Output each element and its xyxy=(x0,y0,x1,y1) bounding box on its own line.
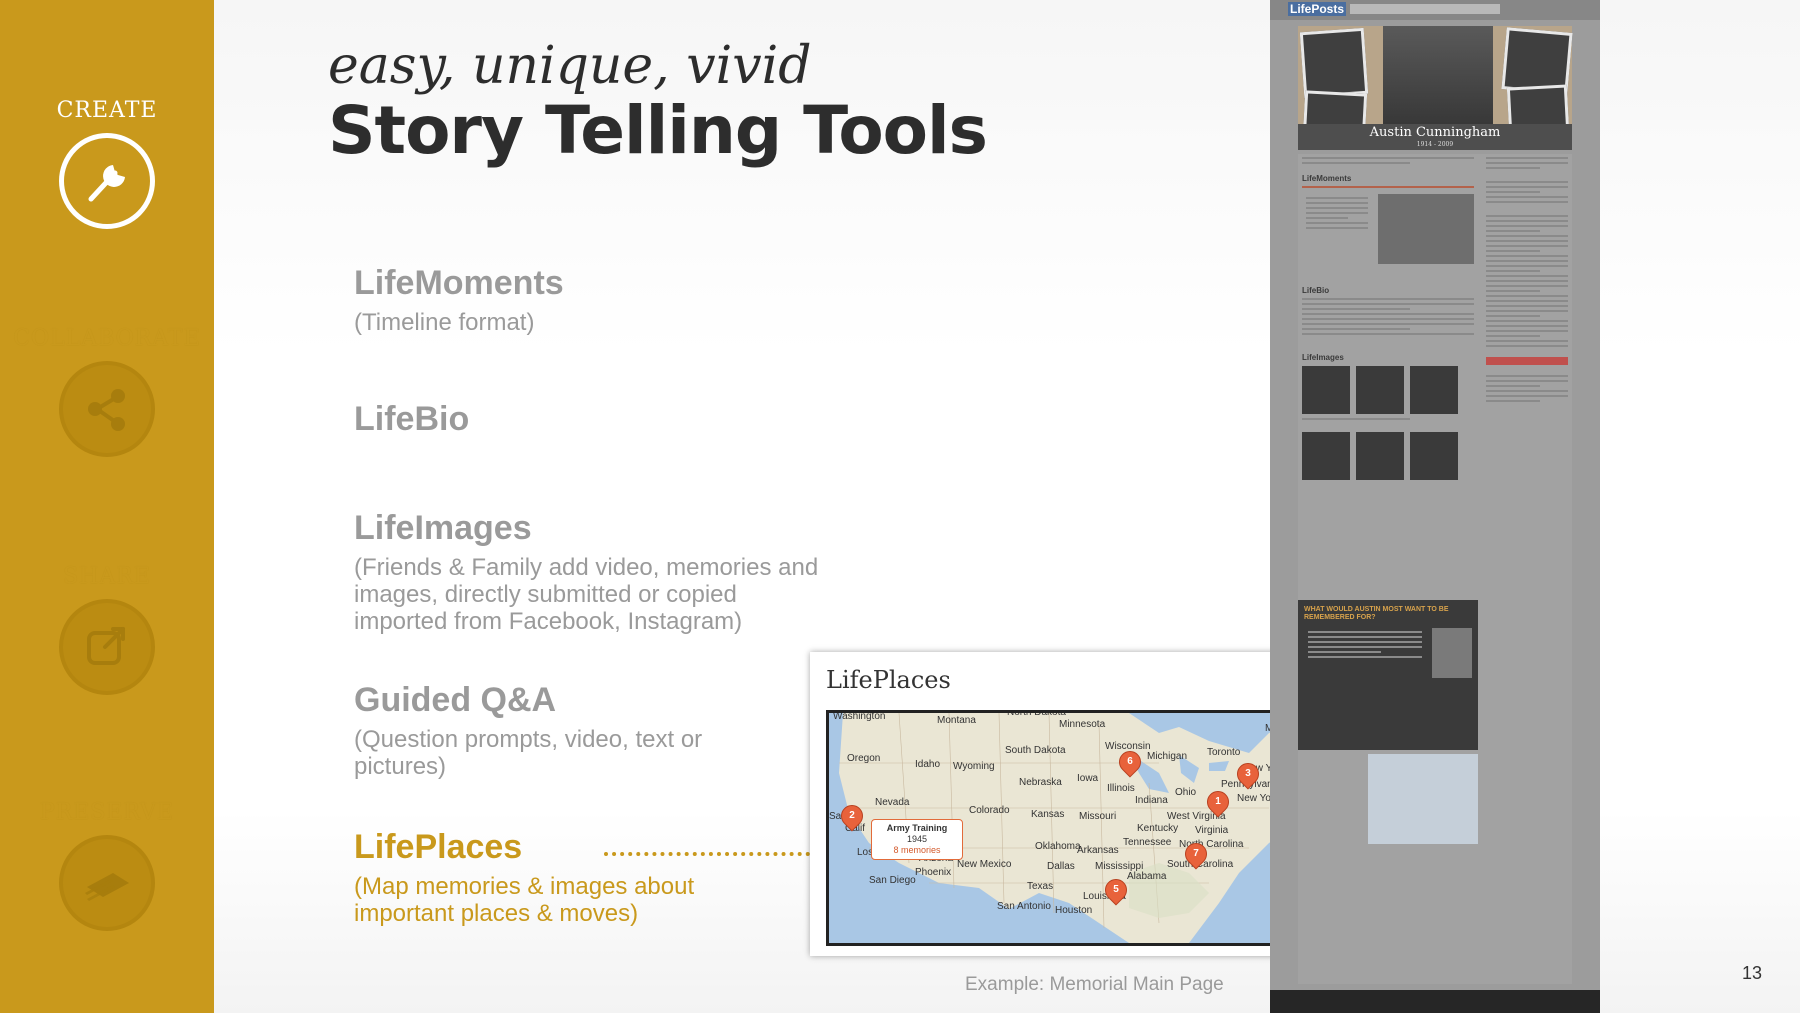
preview-search-bar xyxy=(1350,4,1500,14)
map-label: Tennessee xyxy=(1123,837,1172,848)
feature-description: (Question prompts, video, text or pictur… xyxy=(354,726,703,780)
map-label: Wyoming xyxy=(953,761,995,772)
map-label: Arkansas xyxy=(1077,845,1119,856)
wrench-icon xyxy=(59,133,155,229)
pin-number: 2 xyxy=(849,810,855,821)
feature-lifebio: LifeBio xyxy=(354,400,824,439)
pin-number: 7 xyxy=(1193,848,1199,859)
external-link-icon xyxy=(59,599,155,695)
page-subtitle: easy, unique, vivid xyxy=(328,36,812,96)
popup-memories-link[interactable]: 8 memories xyxy=(874,845,960,856)
map-label: Oregon xyxy=(847,753,881,764)
dotted-connector xyxy=(604,852,810,856)
us-map[interactable]: Washington Montana North Dakota Minnesot… xyxy=(826,710,1344,946)
map-label: Colorado xyxy=(969,805,1010,816)
preview-section-heading: LifeBio xyxy=(1302,286,1330,295)
example-caption: Example: Memorial Main Page xyxy=(965,974,1224,995)
map-label: Iowa xyxy=(1077,773,1099,784)
sidebar-item-label: SHARE xyxy=(63,564,151,589)
map-label: Virginia xyxy=(1195,825,1229,836)
feature-description: (Map memories & images about important p… xyxy=(354,873,695,927)
feature-title: LifePlaces xyxy=(354,828,523,866)
map-label: Idaho xyxy=(915,759,941,770)
map-label: Alabama xyxy=(1127,871,1167,882)
map-label: Missouri xyxy=(1079,811,1117,822)
map-label: Indiana xyxy=(1135,795,1168,806)
map-label: San Diego xyxy=(869,875,916,886)
preview-footer xyxy=(1270,990,1600,1013)
map-label: Nebraska xyxy=(1019,777,1062,788)
feature-lifeimages: LifeImages (Friends & Family add video, … xyxy=(354,509,824,635)
sidebar-item-share[interactable]: SHARE xyxy=(0,564,214,695)
map-label: Phoenix xyxy=(915,867,952,878)
preview-mini-map xyxy=(1368,754,1478,844)
map-label: Illinois xyxy=(1107,783,1135,794)
feature-title: LifeMoments xyxy=(354,264,564,302)
preview-logo-text: LifePosts xyxy=(1288,2,1347,16)
map-label: Washington xyxy=(833,711,886,722)
preview-section-heading: LifeMoments xyxy=(1302,174,1352,183)
page-title: Story Telling Tools xyxy=(328,92,988,169)
pin-number: 6 xyxy=(1127,756,1133,767)
popup-title: Army Training xyxy=(886,823,948,833)
page-number: 13 xyxy=(1742,963,1763,983)
feature-title: Guided Q&A xyxy=(354,681,557,719)
preview-topbar: LifePosts xyxy=(1270,0,1600,20)
feature-title: LifeImages xyxy=(354,509,532,547)
sidebar-item-label: CREATE xyxy=(56,98,158,123)
preview-question-title: WHAT WOULD AUSTIN MOST WANT TO BE REMEMB… xyxy=(1304,606,1449,621)
pin-number: 3 xyxy=(1245,768,1251,779)
map-label: Michigan xyxy=(1147,751,1188,762)
sidebar-item-collaborate[interactable]: COLLABORATE xyxy=(0,326,214,457)
preview-main-column: LifeMoments LifeBio LifeImages WHAT WOUL… xyxy=(1298,154,1478,984)
map-label: Texas xyxy=(1027,881,1054,892)
map-label: Nevada xyxy=(875,797,910,808)
feature-description: (Timeline format) xyxy=(354,309,535,336)
pin-number: 5 xyxy=(1113,884,1119,895)
map-label: Oklahoma xyxy=(1035,841,1081,852)
map-label: Dallas xyxy=(1047,861,1075,872)
lifeplaces-card: LifePlaces Washington Montana North Dako… xyxy=(810,652,1350,956)
sidebar-item-preserve[interactable]: PRESERVE xyxy=(0,800,214,931)
card-title: LifePlaces xyxy=(826,666,951,694)
sidebar-item-label: COLLABORATE xyxy=(13,326,201,351)
map-label: North Dakota xyxy=(1007,710,1066,718)
preview-content: LifeMoments LifeBio LifeImages WHAT WOUL… xyxy=(1298,154,1572,984)
share-nodes-icon xyxy=(59,361,155,457)
feature-lifeplaces: LifePlaces (Map memories & images about … xyxy=(354,828,824,927)
map-label: New Mexico xyxy=(957,859,1012,870)
preview-hero: Austin Cunningham 1914 - 2009 xyxy=(1298,26,1573,150)
preview-logo: LifePosts xyxy=(1288,2,1347,16)
map-label: Ohio xyxy=(1175,787,1197,798)
map-label: South Dakota xyxy=(1005,745,1066,756)
map-label: Montana xyxy=(937,715,976,726)
preview-photo xyxy=(1299,27,1369,99)
feature-guided-qa: Guided Q&A (Question prompts, video, tex… xyxy=(354,681,824,780)
map-label: Kansas xyxy=(1031,809,1065,820)
preview-dates: 1914 - 2009 xyxy=(1416,141,1454,148)
map-label: San Antonio xyxy=(997,901,1051,912)
feature-title: LifeBio xyxy=(354,400,470,438)
preview-question-box: WHAT WOULD AUSTIN MOST WANT TO BE REMEMB… xyxy=(1298,600,1478,750)
preview-side-column xyxy=(1482,154,1572,984)
map-label: Minnesota xyxy=(1059,719,1106,730)
sidebar-item-create[interactable]: CREATE xyxy=(0,98,214,229)
preview-section-heading: LifeImages xyxy=(1302,353,1344,362)
memorial-page-preview: LifePosts Austin Cunningham 1914 - 2009 … xyxy=(1270,0,1600,1013)
sidebar-item-label: PRESERVE xyxy=(39,800,175,825)
pin-number: 1 xyxy=(1215,796,1221,807)
feature-description: (Friends & Family add video, memories an… xyxy=(354,554,819,635)
map-popup[interactable]: Army Training 1945 8 memories xyxy=(871,819,963,860)
feature-lifemoments: LifeMoments (Timeline format) xyxy=(354,264,824,336)
popup-year: 1945 xyxy=(906,834,928,844)
sidebar: CREATE COLLABORATE SHARE PRESERVE xyxy=(0,0,214,1013)
preview-name: Austin Cunningham 1914 - 2009 xyxy=(1298,124,1572,150)
preview-name-text: Austin Cunningham xyxy=(1369,125,1501,140)
newspaper-stack-icon xyxy=(59,835,155,931)
map-label: Toronto xyxy=(1207,747,1241,758)
map-label: Houston xyxy=(1055,905,1093,916)
map-label: Kentucky xyxy=(1137,823,1179,834)
